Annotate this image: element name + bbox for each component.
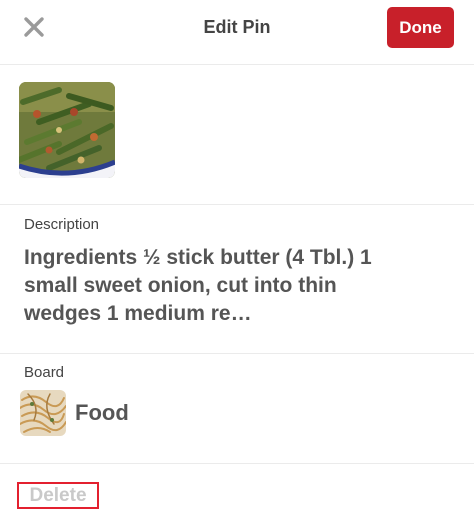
divider — [0, 463, 474, 464]
board-name[interactable]: Food — [75, 400, 129, 426]
pin-image — [19, 82, 115, 178]
board-image[interactable] — [20, 390, 66, 436]
description-field[interactable]: Ingredients ½ stick butter (4 Tbl.) 1 sm… — [24, 244, 384, 328]
divider — [0, 353, 474, 354]
delete-button[interactable]: Delete — [17, 482, 99, 509]
board-label: Board — [24, 364, 65, 381]
header-bar: Edit Pin Done — [0, 0, 474, 60]
divider — [0, 64, 474, 65]
done-button[interactable]: Done — [387, 7, 454, 48]
description-label: Description — [24, 216, 100, 233]
divider — [0, 204, 474, 205]
